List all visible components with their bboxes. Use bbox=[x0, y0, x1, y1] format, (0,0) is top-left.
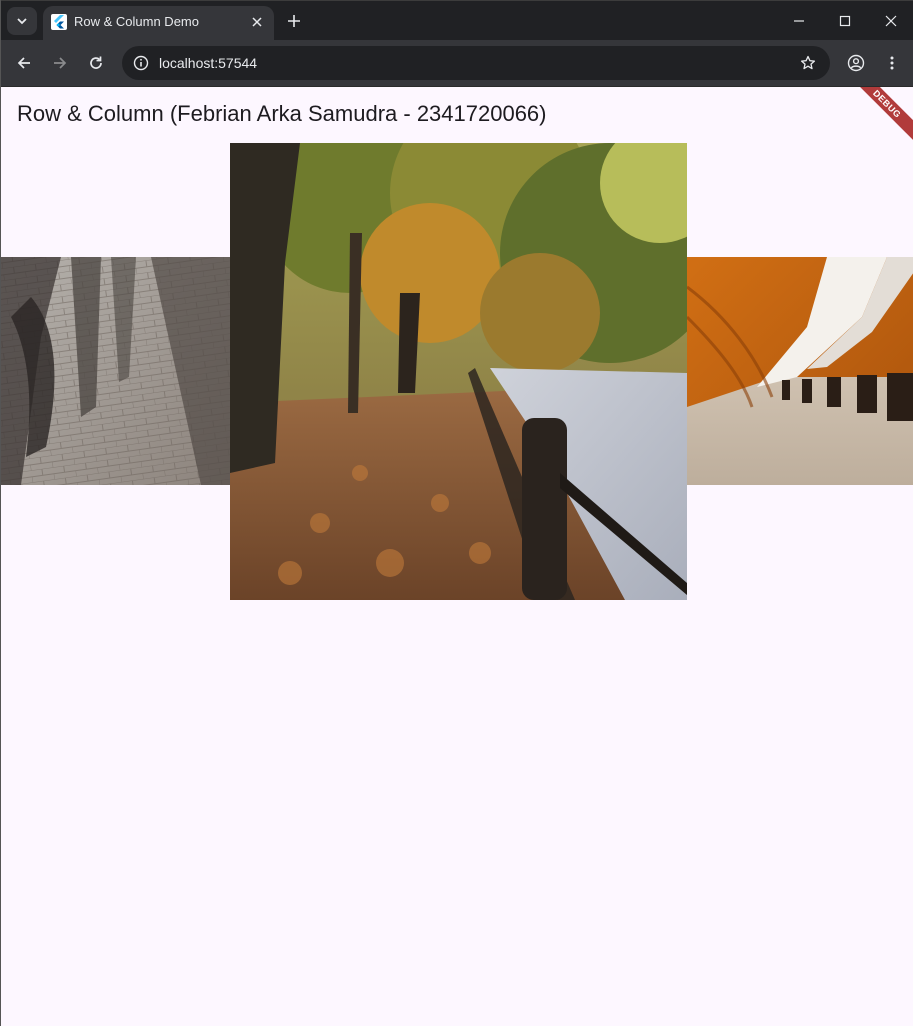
site-info-icon[interactable] bbox=[131, 53, 151, 73]
forward-button[interactable] bbox=[48, 51, 72, 75]
back-button[interactable] bbox=[12, 51, 36, 75]
plus-icon bbox=[288, 15, 300, 27]
close-window-button[interactable] bbox=[879, 9, 903, 33]
bookmark-star-icon[interactable] bbox=[798, 53, 818, 73]
center-image bbox=[230, 143, 687, 600]
tab-strip: Row & Column Demo bbox=[1, 0, 913, 41]
minimize-icon bbox=[794, 20, 804, 22]
maximize-button[interactable] bbox=[833, 9, 857, 33]
minimize-button[interactable] bbox=[787, 9, 811, 33]
debug-banner: DEBUG bbox=[843, 87, 913, 148]
profile-icon bbox=[847, 54, 865, 72]
tab-close-button[interactable] bbox=[249, 14, 265, 30]
kebab-menu-icon bbox=[890, 56, 894, 70]
reload-icon bbox=[90, 56, 102, 69]
url-text[interactable]: localhost:57544 bbox=[159, 55, 257, 71]
right-image bbox=[687, 257, 913, 485]
maximize-icon bbox=[839, 15, 851, 27]
menu-button[interactable] bbox=[880, 51, 904, 75]
new-tab-button[interactable] bbox=[282, 9, 306, 33]
tab-search-button[interactable] bbox=[7, 7, 37, 35]
browser-window: Row & Column Demo localhost:57544 Row & … bbox=[0, 0, 913, 1026]
address-bar[interactable]: localhost:57544 bbox=[122, 46, 830, 80]
app-bar-title: Row & Column (Febrian Arka Samudra - 234… bbox=[17, 101, 547, 126]
arrow-left-icon bbox=[17, 57, 30, 69]
profile-button[interactable] bbox=[844, 51, 868, 75]
chevron-down-icon bbox=[17, 18, 27, 25]
flutter-icon bbox=[51, 14, 67, 30]
reload-button[interactable] bbox=[84, 51, 108, 75]
page-content: Row & Column (Febrian Arka Samudra - 234… bbox=[1, 87, 913, 1026]
close-icon bbox=[885, 15, 897, 27]
close-icon bbox=[252, 17, 262, 27]
left-image bbox=[1, 257, 230, 485]
browser-toolbar: localhost:57544 bbox=[1, 40, 913, 87]
arrow-right-icon bbox=[54, 57, 67, 69]
active-tab[interactable]: Row & Column Demo bbox=[43, 6, 274, 41]
tab-title: Row & Column Demo bbox=[74, 14, 199, 29]
